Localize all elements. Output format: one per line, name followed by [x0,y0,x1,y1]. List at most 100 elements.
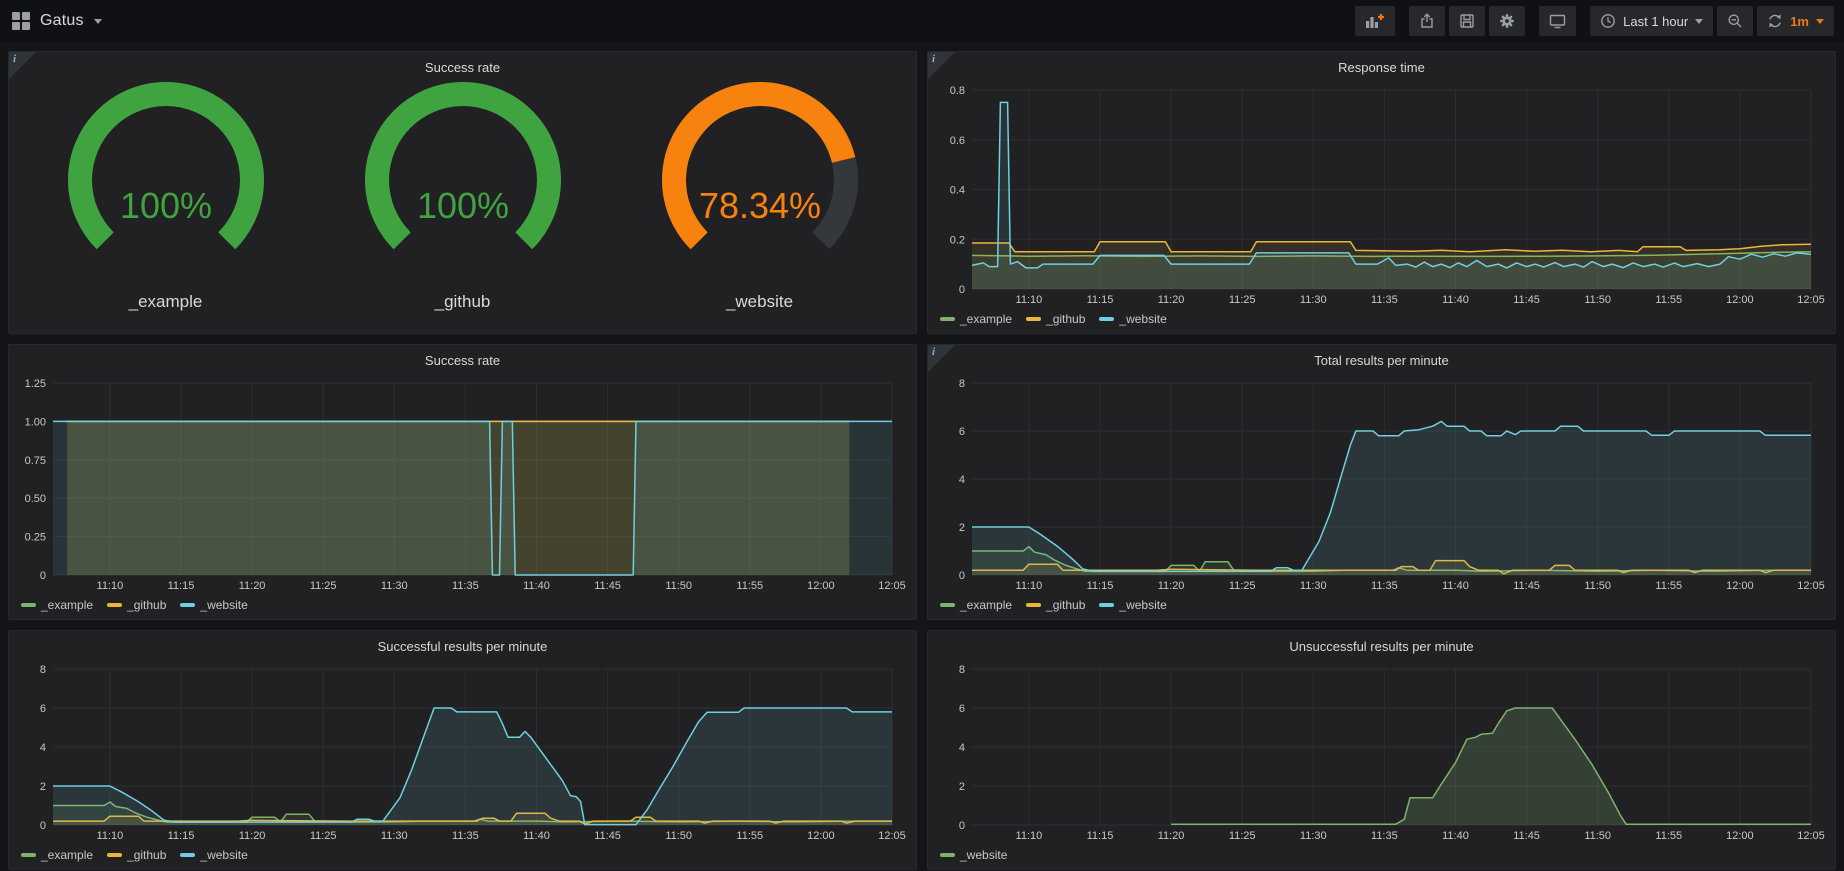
svg-text:12:00: 12:00 [1726,580,1754,592]
gauge-value: 100% [416,185,508,226]
svg-text:11:10: 11:10 [1016,830,1043,842]
panel-unsuccessful-results: Unsuccessful results per minute 0246811:… [927,630,1836,870]
successful-results-chart[interactable]: 0246811:1011:1511:2011:2511:3011:3511:40… [17,659,908,845]
svg-text:11:30: 11:30 [381,580,408,592]
legend-series-name: _example [41,848,93,862]
legend-series-name: _website [960,848,1007,862]
svg-text:0: 0 [959,284,965,296]
total-results-chart[interactable]: 0246811:1011:1511:2011:2511:3011:3511:40… [936,373,1827,595]
legend-item-_website[interactable]: _website [940,848,1007,862]
share-button[interactable] [1409,6,1445,36]
svg-text:4: 4 [40,742,46,754]
legend-item-_website[interactable]: _website [1099,312,1166,326]
svg-text:11:20: 11:20 [239,580,266,592]
settings-button[interactable] [1489,6,1525,36]
legend-series-color [940,317,955,321]
legend-series-color [1026,317,1041,321]
svg-text:11:30: 11:30 [1300,580,1327,592]
cycle-view-mode-button[interactable] [1539,6,1576,36]
legend-item-_website[interactable]: _website [1099,598,1166,612]
svg-text:11:50: 11:50 [1584,830,1611,842]
legend-series-name: _example [960,312,1012,326]
legend-item-_github[interactable]: _github [107,848,166,862]
dashboard-dropdown-caret-icon[interactable] [94,19,102,24]
gauge-_github: 100%_github [337,80,589,329]
panel-title[interactable]: Response time [936,56,1827,80]
svg-text:12:00: 12:00 [1726,294,1754,306]
dashboard-title[interactable]: Gatus [40,12,84,30]
save-button[interactable] [1449,6,1485,36]
svg-text:0.8: 0.8 [950,85,965,97]
svg-text:0.4: 0.4 [950,185,965,197]
panel-title[interactable]: Success rate [17,349,908,373]
unsuccessful-results-chart[interactable]: 0246811:1011:1511:2011:2511:3011:3511:40… [936,659,1827,845]
zoom-out-button[interactable] [1717,6,1753,36]
panel-success-rate-series: Success rate 00.250.500.751.001.2511:101… [8,344,917,620]
success-rate-chart[interactable]: 00.250.500.751.001.2511:1011:1511:2011:2… [17,373,908,595]
gauge-_website: 78.34% _website [634,80,886,329]
svg-text:11:55: 11:55 [1655,294,1682,306]
svg-text:11:40: 11:40 [1442,830,1469,842]
svg-text:11:30: 11:30 [1300,830,1327,842]
svg-text:1.00: 1.00 [25,416,46,428]
svg-text:11:40: 11:40 [1442,294,1469,306]
svg-text:11:35: 11:35 [1371,294,1398,306]
legend-item-_github[interactable]: _github [1026,312,1085,326]
svg-text:11:55: 11:55 [1655,580,1682,592]
legend-series-color [21,853,36,857]
svg-text:11:50: 11:50 [665,580,692,592]
time-range-picker[interactable]: Last 1 hour [1590,6,1713,36]
panel-title[interactable]: Unsuccessful results per minute [936,635,1827,659]
svg-text:11:50: 11:50 [1584,580,1611,592]
legend-series-name: _github [127,598,166,612]
svg-text:8: 8 [959,378,965,390]
svg-text:12:05: 12:05 [1797,294,1825,306]
gauge-value: 78.34% [698,185,820,226]
legend-item-_example[interactable]: _example [940,312,1012,326]
legend-item-_example[interactable]: _example [21,598,93,612]
response-time-chart[interactable]: 00.20.40.60.811:1011:1511:2011:2511:3011… [936,80,1827,309]
panel-title[interactable]: Successful results per minute [17,635,908,659]
svg-text:0: 0 [959,570,965,582]
svg-text:0.25: 0.25 [25,532,46,544]
gauge-label: _example [129,292,203,312]
legend-item-_github[interactable]: _github [1026,598,1085,612]
svg-text:11:25: 11:25 [1229,830,1256,842]
time-range-label: Last 1 hour [1623,14,1688,29]
gauge-row: 100% _example 100%_github 78.34% _website [17,80,908,329]
svg-text:11:10: 11:10 [1016,580,1043,592]
dashboard-grid-icon[interactable] [12,12,30,30]
panel-title[interactable]: Success rate [17,56,908,80]
chart-legend: _example _github _website [17,845,908,865]
legend-item-_example[interactable]: _example [940,598,1012,612]
svg-text:1.25: 1.25 [25,378,46,390]
legend-series-color [180,603,195,607]
svg-text:0: 0 [40,570,46,582]
save-icon [1459,13,1475,29]
svg-text:8: 8 [40,664,46,676]
legend-series-color [107,853,122,857]
svg-text:6: 6 [959,426,965,438]
svg-text:11:30: 11:30 [1300,294,1327,306]
legend-series-color [1026,603,1041,607]
legend-series-name: _example [41,598,93,612]
legend-series-name: _website [200,848,247,862]
legend-item-_website[interactable]: _website [180,848,247,862]
add-panel-button[interactable] [1355,6,1395,36]
refresh-picker[interactable]: 1m [1757,6,1834,36]
legend-item-_github[interactable]: _github [107,598,166,612]
svg-text:11:10: 11:10 [97,830,124,842]
panel-info-icon[interactable]: i [9,52,36,79]
svg-text:11:45: 11:45 [1513,830,1540,842]
legend-item-_website[interactable]: _website [180,598,247,612]
panel-info-icon[interactable]: i [928,52,955,79]
legend-item-_example[interactable]: _example [21,848,93,862]
svg-text:6: 6 [959,703,965,715]
panel-title[interactable]: Total results per minute [936,349,1827,373]
svg-text:11:35: 11:35 [1371,580,1398,592]
legend-series-color [940,853,955,857]
gauge-label: _website [726,292,793,312]
add-panel-icon [1365,13,1385,29]
panel-info-icon[interactable]: i [928,345,955,372]
svg-text:11:40: 11:40 [1442,580,1469,592]
